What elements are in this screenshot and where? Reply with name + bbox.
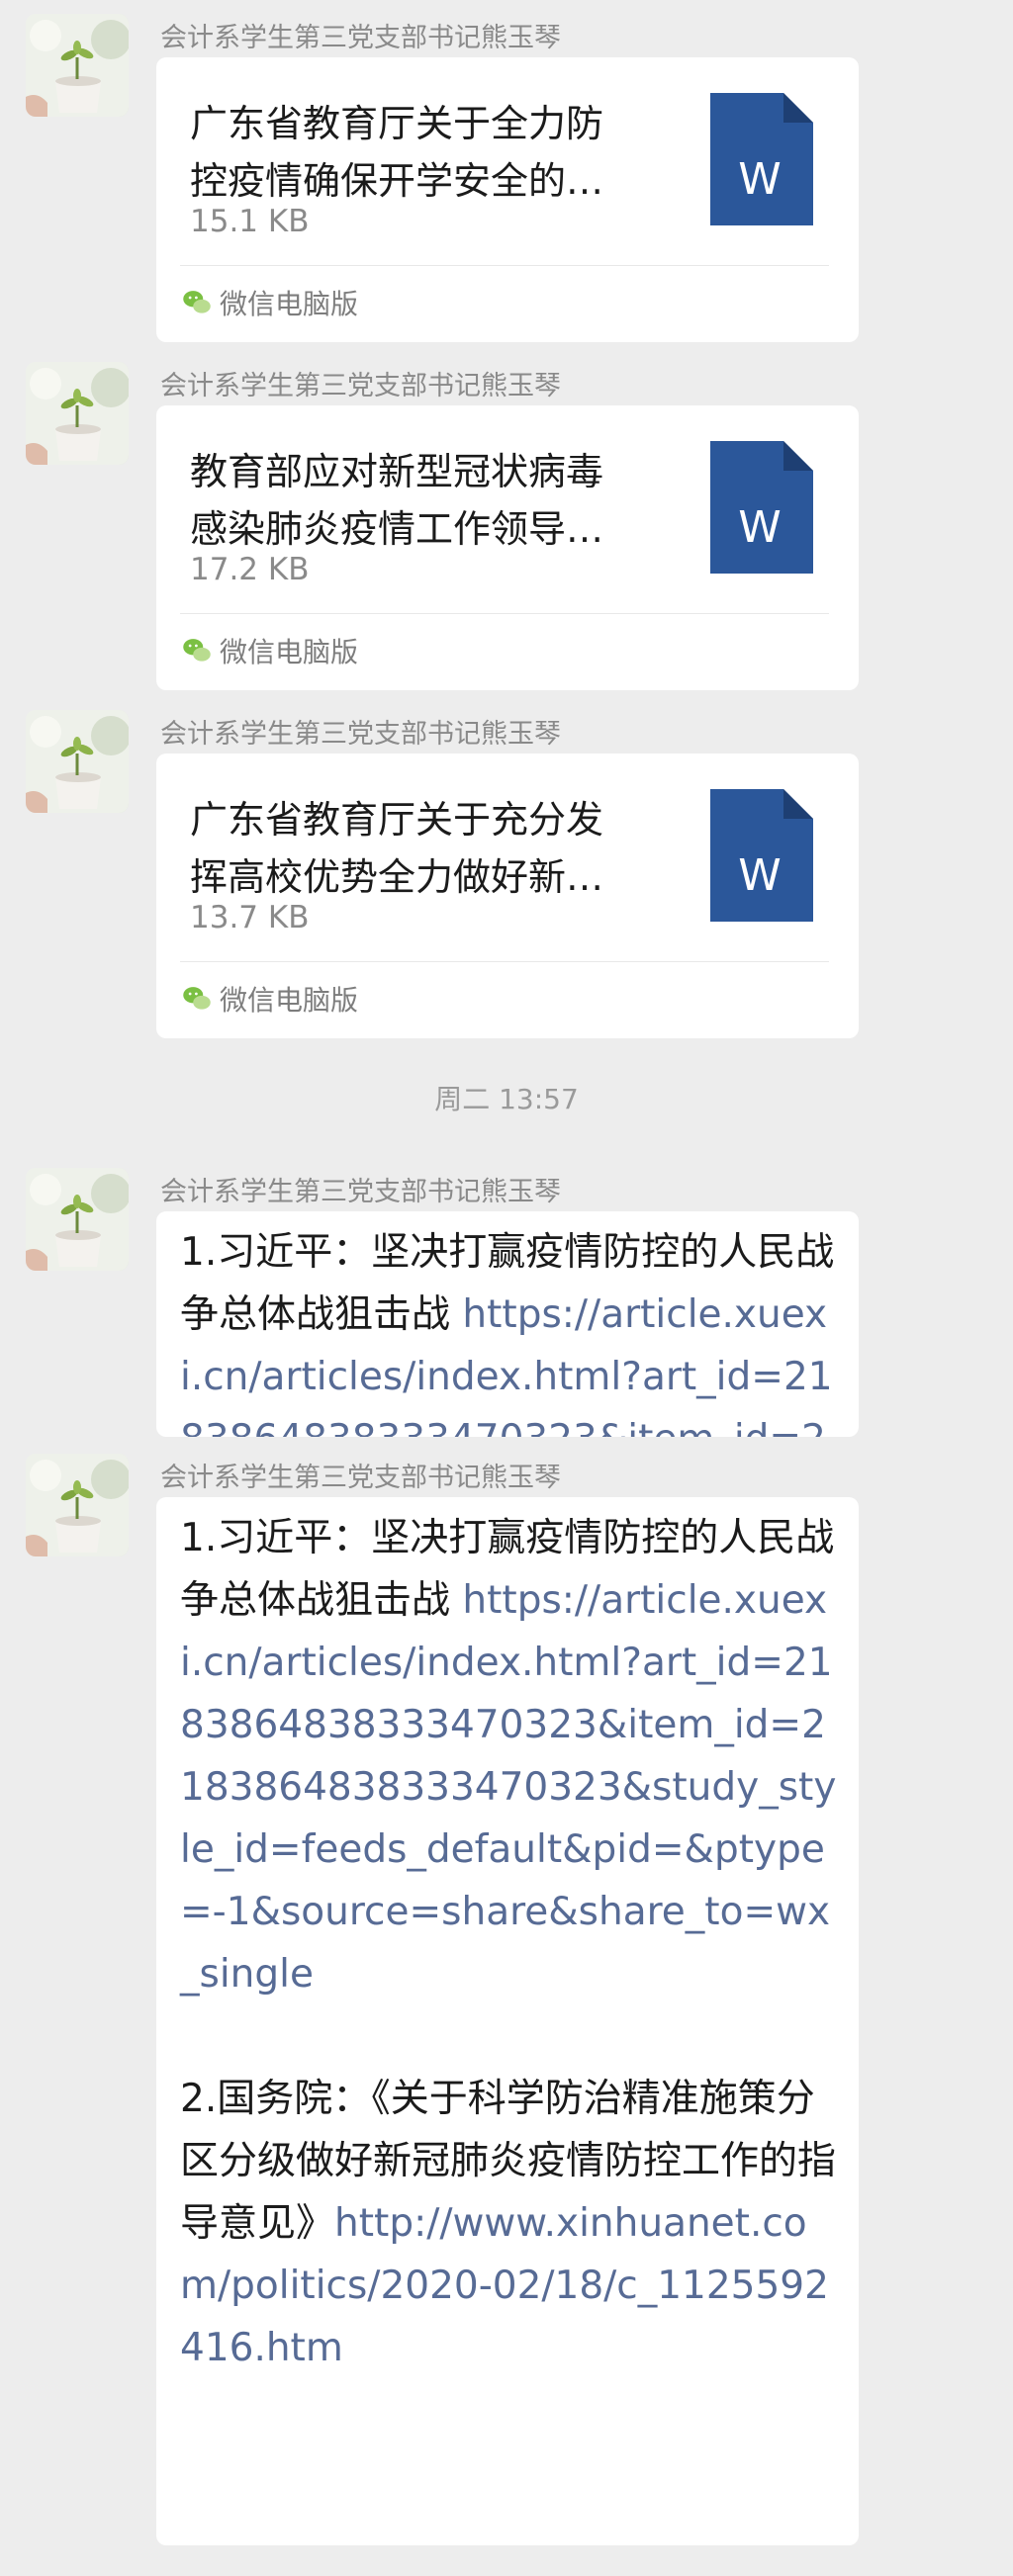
text-bubble[interactable]: 1.习近平：坚决打赢疫情防控的人民战争总体战狙击战 https://articl… xyxy=(156,1497,859,2545)
file-size: 13.7 KB xyxy=(190,900,310,935)
file-title: 广东省教育厅关于充分发 挥高校优势全力做好新… xyxy=(190,798,604,899)
avatar[interactable] xyxy=(26,14,129,117)
sender-name: 会计系学生第三党支部书记熊玉琴 xyxy=(160,1463,561,1493)
plant-icon xyxy=(26,1454,129,1556)
file-size: 17.2 KB xyxy=(190,552,310,587)
sender-name: 会计系学生第三党支部书记熊玉琴 xyxy=(160,719,561,750)
source-label: 微信电脑版 xyxy=(220,636,359,668)
avatar[interactable] xyxy=(26,1454,129,1556)
plant-icon xyxy=(26,1168,129,1271)
source-label: 微信电脑版 xyxy=(220,288,359,320)
wechat-icon xyxy=(182,288,212,317)
plant-icon xyxy=(26,14,129,117)
avatar[interactable] xyxy=(26,362,129,465)
file-card[interactable]: 广东省教育厅关于全力防 控疫情确保开学安全的… 15.1 KB 微信电脑版 xyxy=(156,57,859,342)
word-file-icon xyxy=(710,789,813,922)
text-bubble[interactable]: 1.习近平：坚决打赢疫情防控的人民战争总体战狙击战 https://articl… xyxy=(156,1211,859,1437)
avatar[interactable] xyxy=(26,710,129,813)
source-tag: 微信电脑版 xyxy=(182,627,358,674)
plant-icon xyxy=(26,710,129,813)
file-card[interactable]: 广东省教育厅关于充分发 挥高校优势全力做好新… 13.7 KB 微信电脑版 xyxy=(156,754,859,1038)
file-size: 15.1 KB xyxy=(190,204,310,239)
source-tag: 微信电脑版 xyxy=(182,975,358,1022)
divider xyxy=(180,613,829,614)
file-card[interactable]: 教育部应对新型冠状病毒 感染肺炎疫情工作领导… 17.2 KB 微信电脑版 xyxy=(156,405,859,690)
plant-icon xyxy=(26,362,129,465)
file-title: 广东省教育厅关于全力防 控疫情确保开学安全的… xyxy=(190,102,604,203)
word-file-icon xyxy=(710,93,813,225)
sender-name: 会计系学生第三党支部书记熊玉琴 xyxy=(160,1177,561,1207)
wechat-icon xyxy=(182,636,212,666)
word-file-icon xyxy=(710,441,813,574)
file-title: 教育部应对新型冠状病毒 感染肺炎疫情工作领导… xyxy=(190,450,604,551)
sender-name: 会计系学生第三党支部书记熊玉琴 xyxy=(160,371,561,401)
sender-name: 会计系学生第三党支部书记熊玉琴 xyxy=(160,23,561,53)
message-text: 1.习近平：坚决打赢疫情防控的人民战争总体战狙击战 https://articl… xyxy=(180,1507,843,2379)
message-link[interactable]: https://article.xuexi.cn/articles/index.… xyxy=(180,1578,836,1997)
source-tag: 微信电脑版 xyxy=(182,279,358,326)
source-label: 微信电脑版 xyxy=(220,984,359,1017)
wechat-icon xyxy=(182,984,212,1014)
message-text: 1.习近平：坚决打赢疫情防控的人民战争总体战狙击战 https://articl… xyxy=(180,1221,843,1437)
divider xyxy=(180,961,829,962)
divider xyxy=(180,265,829,266)
time-separator: 周二 13:57 xyxy=(434,1083,579,1115)
avatar[interactable] xyxy=(26,1168,129,1271)
